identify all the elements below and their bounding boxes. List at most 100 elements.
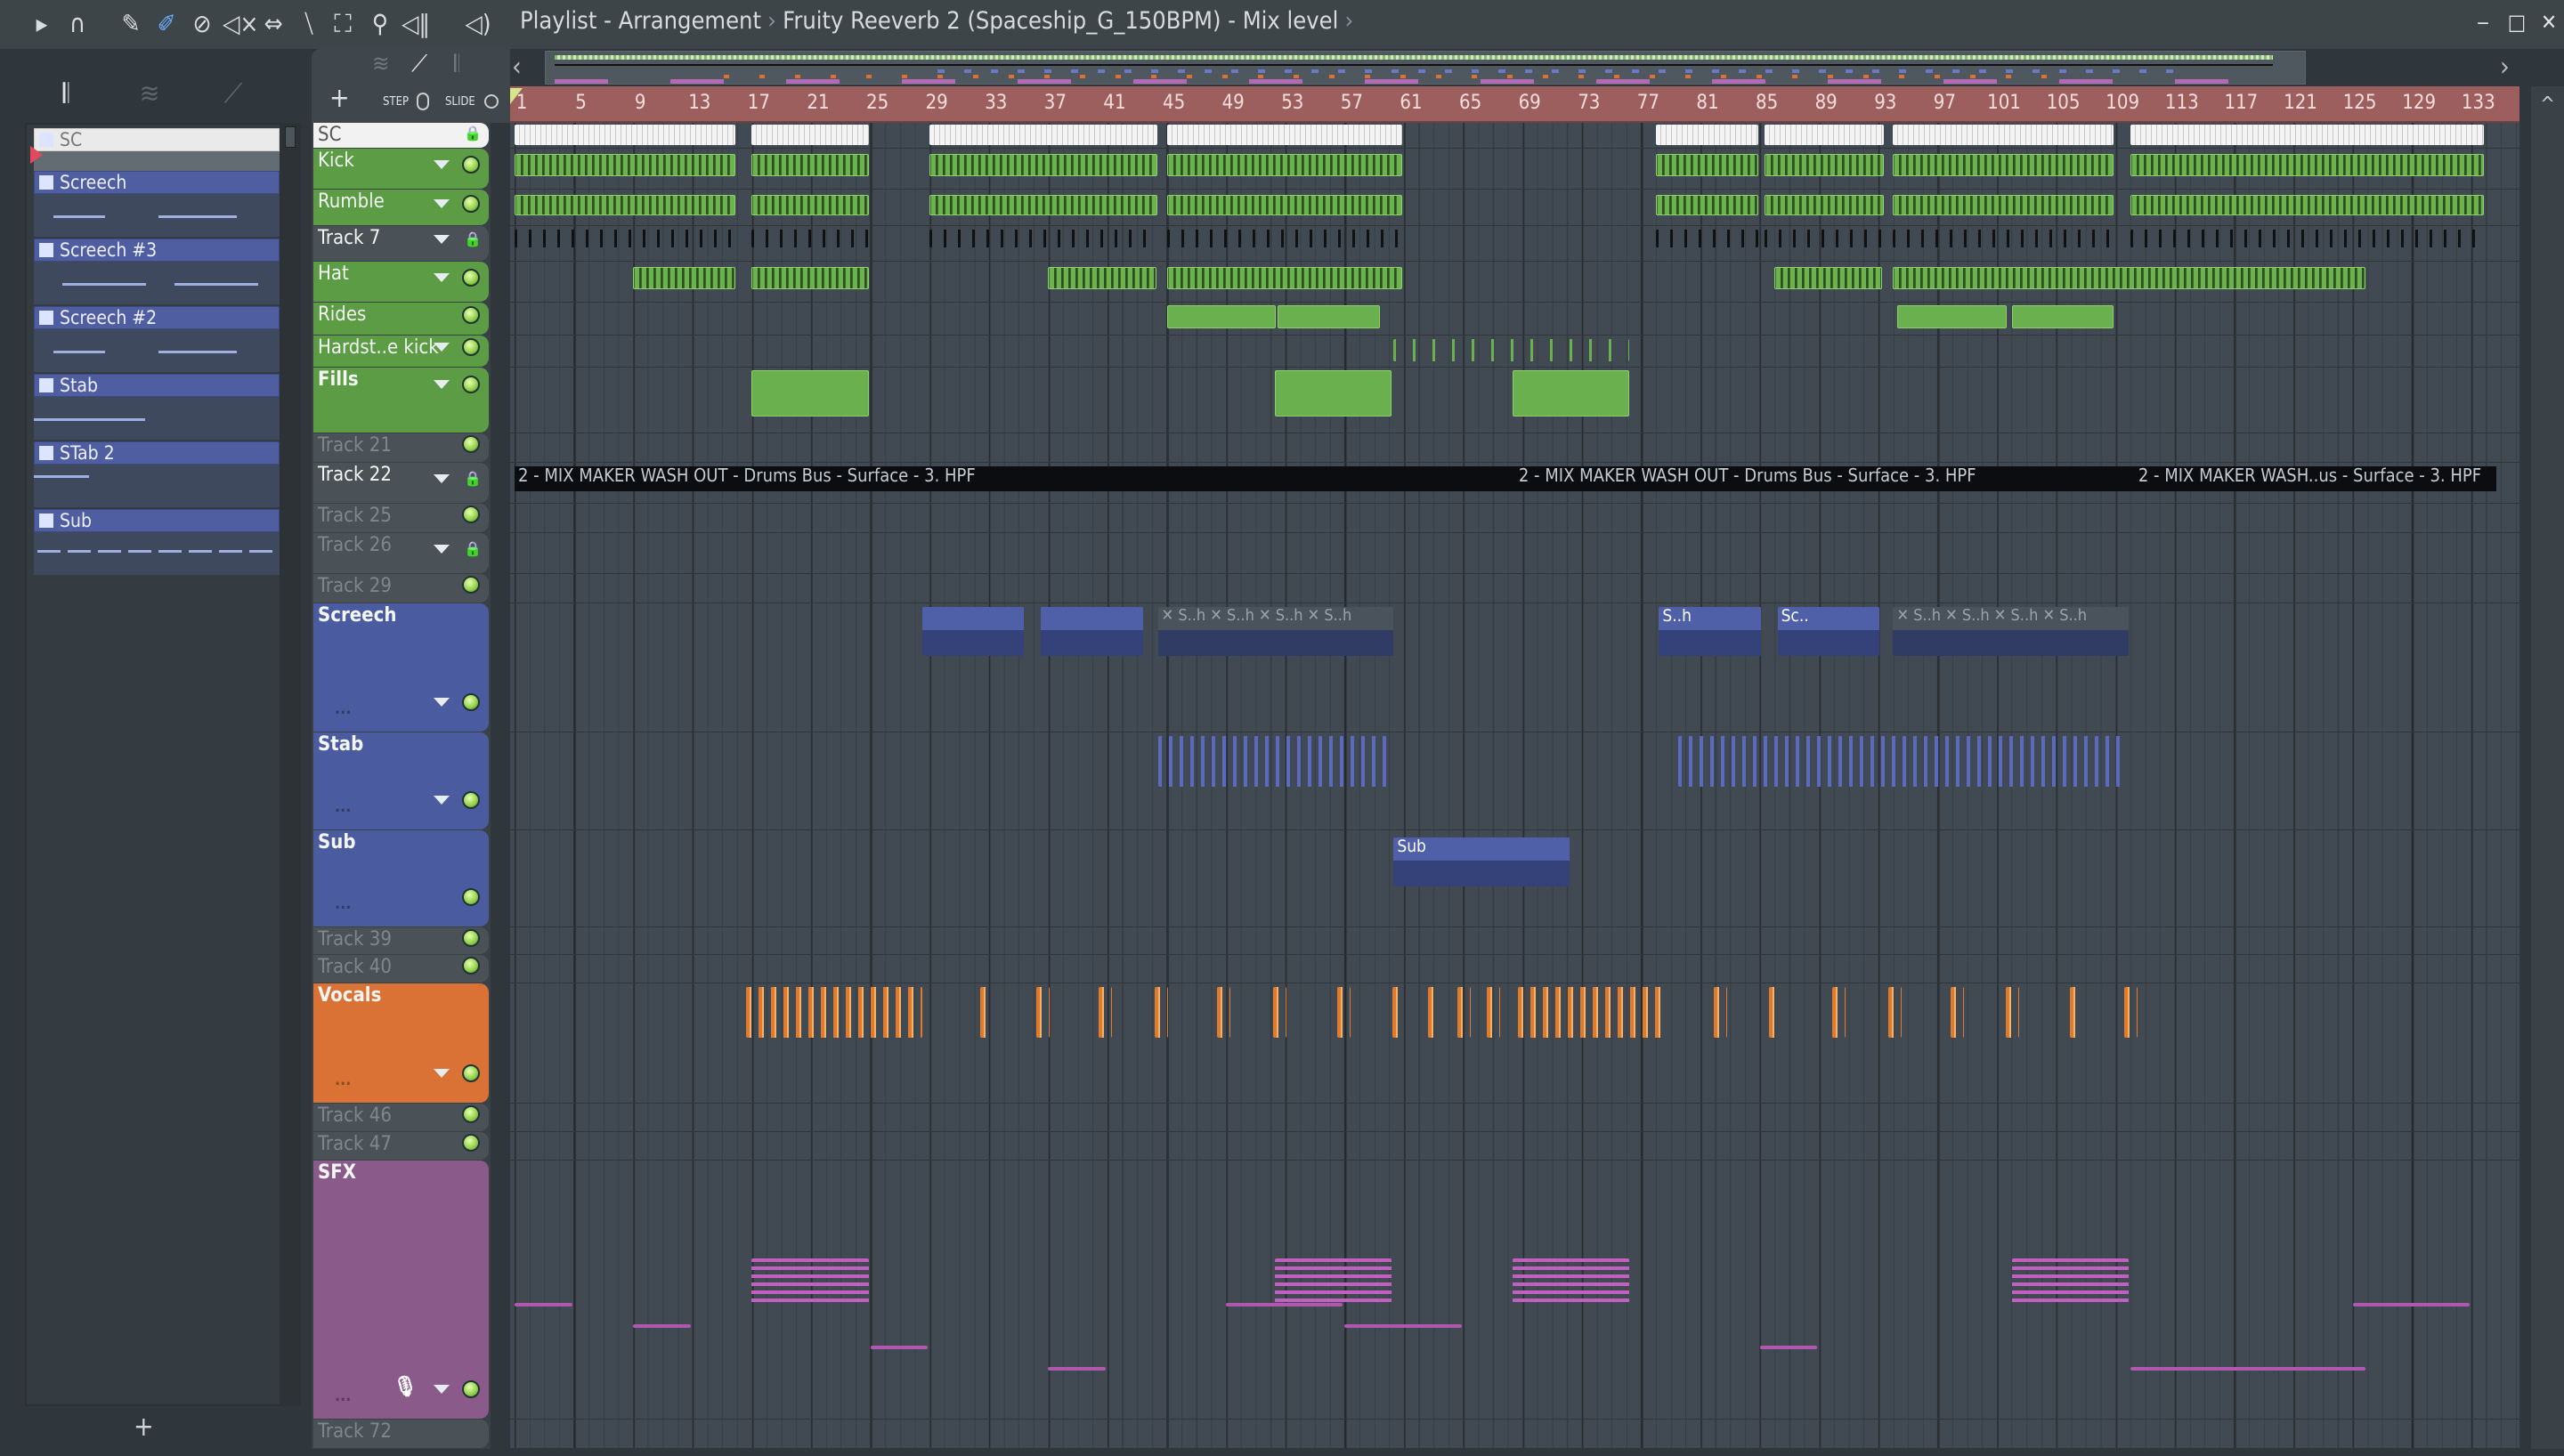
track-enable-led[interactable] (462, 693, 480, 711)
track-dropdown-icon[interactable] (434, 474, 450, 483)
track-more-button[interactable]: ... (335, 697, 351, 722)
pattern-item[interactable]: Stab (34, 374, 280, 440)
track-enable-led[interactable] (462, 435, 480, 453)
track-lane[interactable] (510, 303, 2519, 336)
track-lane[interactable] (510, 983, 2519, 1104)
waveform-icon[interactable]: ≋ (372, 51, 390, 77)
pattern-header[interactable]: Screech #3 (34, 239, 280, 262)
track-enable-led[interactable] (462, 888, 480, 906)
ruler-bar-label[interactable]: 121 (2284, 92, 2317, 114)
track-lane[interactable]: 2 - MIX MAKER WASH OUT - Drums Bus - Sur… (510, 463, 2519, 504)
clip[interactable] (1273, 987, 1287, 1038)
clip[interactable] (633, 267, 735, 290)
zoom-icon[interactable]: ⚲ (365, 9, 395, 39)
track-header[interactable]: Track 26 🔒 (313, 533, 489, 573)
ruler-bar-label[interactable]: 81 (1696, 92, 1718, 114)
track-enable-led[interactable] (462, 376, 480, 393)
clip[interactable]: ✕ S..h ✕ S..h ✕ S..h ✕ S..h (1893, 607, 2129, 657)
track-header[interactable]: Kick (313, 149, 489, 189)
clip[interactable] (2005, 987, 2019, 1038)
track-lane[interactable]: Sub (510, 830, 2519, 927)
clip[interactable] (1764, 195, 1885, 215)
track-more-button[interactable]: ... (335, 1384, 351, 1409)
clip[interactable] (1832, 987, 1846, 1038)
track-header[interactable]: Track 47 (313, 1132, 489, 1160)
track-name[interactable]: Vocals (318, 983, 381, 1008)
clip[interactable] (751, 154, 869, 177)
track-enable-led[interactable] (462, 156, 480, 174)
clip[interactable] (1893, 125, 2114, 145)
ruler-bar-label[interactable]: 33 (985, 92, 1007, 114)
track-name[interactable]: Screech (318, 603, 396, 628)
clip[interactable] (921, 607, 1025, 657)
magnet-icon[interactable]: ∩ (62, 9, 93, 39)
clip[interactable] (1217, 987, 1230, 1038)
clip[interactable] (633, 1324, 691, 1328)
track-enable-led[interactable] (462, 1105, 480, 1123)
ruler-bar-label[interactable]: 85 (1756, 92, 1778, 114)
track-dropdown-icon[interactable] (434, 796, 450, 805)
clip[interactable] (2011, 305, 2114, 328)
track-dropdown-icon[interactable] (434, 698, 450, 707)
clip[interactable] (1764, 125, 1885, 145)
clip[interactable] (515, 154, 735, 177)
piano-icon[interactable]: 𝄃 (454, 51, 459, 78)
track-header[interactable]: Track 40 (313, 955, 489, 983)
clip[interactable] (1487, 987, 1500, 1038)
play-arrow-icon[interactable]: ▸ (27, 9, 57, 39)
clip[interactable] (1759, 1346, 1818, 1349)
clip[interactable] (1099, 987, 1112, 1038)
ruler-bar-label[interactable]: 61 (1400, 92, 1422, 114)
track-lane[interactable] (510, 1420, 2519, 1449)
clip[interactable] (1393, 339, 1629, 362)
clip[interactable] (751, 370, 869, 417)
clip[interactable] (1157, 736, 1393, 788)
track-dropdown-icon[interactable] (434, 545, 450, 554)
ruler-bar-label[interactable]: 57 (1341, 92, 1363, 114)
clip[interactable] (1893, 195, 2114, 215)
clip[interactable] (515, 230, 735, 247)
track-dropdown-icon[interactable] (434, 235, 450, 244)
track-name[interactable]: Kick (318, 149, 354, 174)
track-more-button[interactable]: ... (335, 795, 351, 820)
maximize-button[interactable]: □ (2502, 7, 2532, 37)
track-header[interactable]: Track 39 (313, 927, 489, 954)
track-enable-led[interactable] (462, 791, 480, 809)
clip[interactable] (1226, 1303, 1343, 1306)
track-lane[interactable] (510, 336, 2519, 368)
track-name[interactable]: Track 39 (318, 927, 392, 952)
breadcrumb-arrow[interactable]: › (1345, 7, 1354, 35)
track-lane[interactable] (510, 190, 2519, 226)
step-toggle[interactable] (417, 93, 429, 110)
ruler-bar-label[interactable]: 69 (1519, 92, 1541, 114)
ruler-bar-label[interactable]: 1 (516, 92, 528, 114)
delete-icon[interactable]: ⊘ (187, 9, 217, 39)
track-name[interactable]: Fills (318, 368, 359, 392)
track-header[interactable]: Track 21 (313, 433, 489, 462)
ruler-bar-label[interactable]: 113 (2165, 92, 2199, 114)
track-lane[interactable]: ✕ S..h ✕ S..h ✕ S..h ✕ S..h S..h Sc.. ✕ S..… (510, 603, 2519, 732)
pattern-item[interactable]: Sub (34, 509, 280, 575)
clip[interactable] (1392, 987, 1406, 1038)
add-pattern-button[interactable]: + (134, 1412, 154, 1443)
track-name[interactable]: Hat (318, 262, 349, 287)
clip[interactable] (751, 267, 869, 290)
clip[interactable] (1774, 267, 1883, 290)
clip[interactable] (2352, 1303, 2470, 1306)
pencil-icon[interactable]: ✎ (116, 9, 146, 39)
clip[interactable] (929, 230, 1158, 247)
track-dropdown-icon[interactable] (434, 160, 450, 169)
clip[interactable] (1893, 230, 2114, 247)
clip[interactable] (1427, 987, 1441, 1038)
ruler-bar-label[interactable]: 37 (1044, 92, 1067, 114)
clip[interactable] (515, 195, 735, 215)
clip[interactable]: Sub (1393, 837, 1570, 886)
ruler-bar-label[interactable]: 17 (748, 92, 770, 114)
track-name[interactable]: Track 40 (318, 955, 392, 980)
track-lane[interactable] (510, 504, 2519, 533)
audio-waveform-icon[interactable]: ≋ (130, 75, 169, 114)
clip[interactable] (2130, 230, 2485, 247)
timeline-ruler[interactable]: 1 5 9 13 17 21 25 29 33 37 41 45 49 53 57 61 65 69 73 77 81 8… (510, 86, 2519, 123)
track-lane[interactable] (510, 955, 2519, 983)
track-dropdown-icon[interactable] (434, 273, 450, 282)
